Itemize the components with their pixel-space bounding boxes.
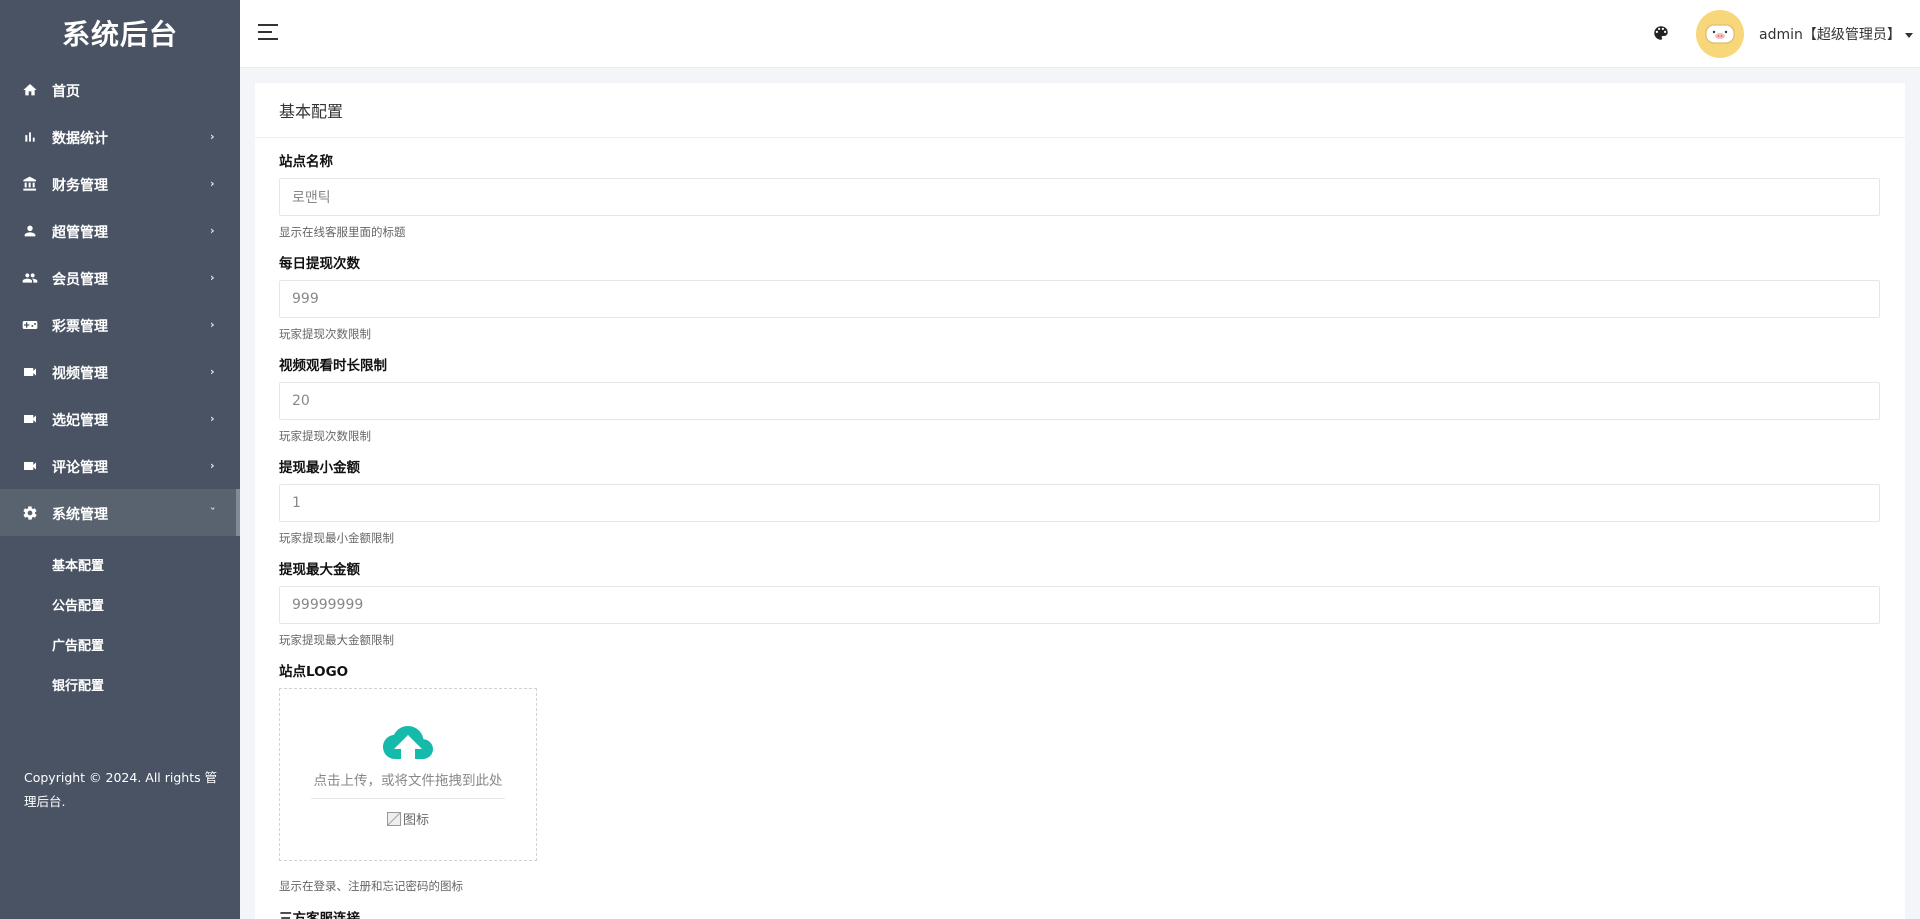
sidebar-item-label: 财务管理 — [52, 177, 108, 194]
sidebar-item-stats[interactable]: 数据统计 › — [0, 113, 240, 160]
chevron-right-icon: › — [210, 459, 215, 472]
field-group-daily-withdraw: 每日提现次数 999 玩家提现次数限制 — [279, 256, 1881, 341]
logo-alt-text: 图标 — [402, 813, 429, 828]
video-limit-help: 玩家提现次数限制 — [279, 429, 371, 443]
palette-icon[interactable] — [1652, 24, 1670, 42]
broken-image-icon — [386, 811, 401, 826]
sidebar-item-comments[interactable]: 评论管理 › — [0, 442, 240, 489]
max-withdraw-label: 提现最大金额 — [279, 562, 360, 578]
copyright: Copyright © 2024. All rights 管理后台. — [24, 770, 218, 809]
config-card: 基本配置 站点名称 로맨틱 显示在线客服里面的标题 每日提现次数 999 玩家提… — [255, 83, 1905, 919]
video-limit-input[interactable]: 20 — [279, 382, 1880, 420]
logo-preview-image: 图标 — [386, 809, 429, 828]
sidebar-item-system[interactable]: 系统管理 ˇ — [0, 489, 240, 536]
field-group-max-withdraw: 提现最大金额 99999999 玩家提现最大金额限制 — [279, 562, 1881, 647]
subnav-item-bank-config[interactable]: 银行配置 — [0, 664, 240, 704]
config-form: 站点名称 로맨틱 显示在线客服里面的标题 每日提现次数 999 玩家提现次数限制… — [255, 154, 1905, 919]
subnav-item-basic-config[interactable]: 基本配置 — [0, 544, 240, 584]
field-group-site-logo: 站点LOGO 点击上传，或将文件拖拽到此处 图标 显示在登录、注册和忘记密码的图… — [279, 664, 1881, 893]
sidebar-item-label: 评论管理 — [52, 459, 108, 476]
daily-withdraw-input[interactable]: 999 — [279, 280, 1880, 318]
caret-down-icon — [1904, 32, 1913, 38]
site-logo-label: 站点LOGO — [279, 664, 349, 680]
sidebar-item-label: 视频管理 — [52, 365, 108, 382]
people-icon — [22, 270, 38, 286]
sidebar-item-selection[interactable]: 选妃管理 › — [0, 395, 240, 442]
sidebar-item-home[interactable]: 首页 — [0, 66, 240, 113]
home-icon — [22, 82, 38, 98]
video-icon — [22, 364, 38, 380]
chevron-right-icon: › — [210, 412, 215, 425]
site-name-help: 显示在线客服里面的标题 — [279, 225, 406, 239]
sidebar: 系统后台 首页 数据统计 › 财务管理 › 超管管理 › 会员管理 › 彩票管理 — [0, 0, 240, 919]
logo-upload-dropzone[interactable]: 点击上传，或将文件拖拽到此处 图标 — [279, 688, 537, 861]
sidebar-item-label: 选妃管理 — [52, 412, 108, 429]
sidebar-item-label: 会员管理 — [52, 271, 108, 288]
person-icon — [22, 223, 38, 239]
sidebar-subnav: 基本配置 公告配置 广告配置 银行配置 — [0, 536, 240, 704]
avatar[interactable] — [1696, 10, 1744, 58]
daily-withdraw-help: 玩家提现次数限制 — [279, 327, 371, 341]
max-withdraw-input[interactable]: 99999999 — [279, 586, 1880, 624]
subnav-item-notice-config[interactable]: 公告配置 — [0, 584, 240, 624]
min-withdraw-label: 提现最小金额 — [279, 460, 360, 476]
site-name-label: 站点名称 — [279, 154, 333, 170]
sidebar-item-label: 首页 — [52, 83, 80, 100]
sidebar-item-label: 系统管理 — [52, 506, 108, 523]
page-title: 基本配置 — [255, 83, 1905, 138]
sidebar-item-label: 彩票管理 — [52, 318, 108, 335]
sidebar-item-label: 超管管理 — [52, 224, 108, 241]
chevron-right-icon: › — [210, 224, 215, 237]
min-withdraw-input[interactable]: 1 — [279, 484, 1880, 522]
chevron-right-icon: › — [210, 130, 215, 143]
chevron-right-icon: › — [210, 365, 215, 378]
daily-withdraw-label: 每日提现次数 — [279, 256, 360, 272]
field-group-video-limit: 视频观看时长限制 20 玩家提现次数限制 — [279, 358, 1881, 443]
field-group-third-party: 三方客服连接 — [279, 911, 1881, 919]
sidebar-item-members[interactable]: 会员管理 › — [0, 254, 240, 301]
upload-divider — [311, 798, 505, 799]
sidebar-item-finance[interactable]: 财务管理 › — [0, 160, 240, 207]
video-icon — [22, 411, 38, 427]
chevron-right-icon: › — [210, 271, 215, 284]
sidebar-item-admins[interactable]: 超管管理 › — [0, 207, 240, 254]
chevron-down-icon: ˇ — [210, 506, 216, 519]
user-label: admin【超级管理员】 — [1759, 27, 1901, 43]
field-group-site-name: 站点名称 로맨틱 显示在线客服里面的标题 — [279, 154, 1881, 239]
upload-hint: 点击上传，或将文件拖拽到此处 — [313, 773, 503, 789]
user-menu[interactable]: admin【超级管理员】 — [1759, 24, 1913, 44]
third-party-label: 三方客服连接 — [279, 911, 360, 919]
sidebar-item-label: 数据统计 — [52, 130, 108, 147]
menu-toggle-icon[interactable] — [258, 24, 278, 42]
upload-cloud-icon — [383, 726, 433, 759]
chevron-right-icon: › — [210, 318, 215, 331]
video-icon — [22, 458, 38, 474]
gear-icon — [22, 505, 38, 521]
sidebar-item-lottery[interactable]: 彩票管理 › — [0, 301, 240, 348]
sidebar-nav: 首页 数据统计 › 财务管理 › 超管管理 › 会员管理 › 彩票管理 › 视频… — [0, 66, 240, 536]
brand-title: 系统后台 — [61, 18, 178, 51]
field-group-min-withdraw: 提现最小金额 1 玩家提现最小金额限制 — [279, 460, 1881, 545]
bank-icon — [22, 176, 38, 192]
top-header: admin【超级管理员】 — [240, 0, 1920, 68]
max-withdraw-help: 玩家提现最大金额限制 — [279, 633, 394, 647]
min-withdraw-help: 玩家提现最小金额限制 — [279, 531, 394, 545]
chevron-right-icon: › — [210, 177, 215, 190]
site-logo-help: 显示在登录、注册和忘记密码的图标 — [279, 879, 463, 893]
subnav-item-ad-config[interactable]: 广告配置 — [0, 624, 240, 664]
bar-chart-icon — [22, 129, 38, 145]
video-limit-label: 视频观看时长限制 — [279, 358, 387, 374]
site-name-input[interactable]: 로맨틱 — [279, 178, 1880, 216]
sidebar-item-videos[interactable]: 视频管理 › — [0, 348, 240, 395]
gamepad-icon — [22, 317, 38, 333]
